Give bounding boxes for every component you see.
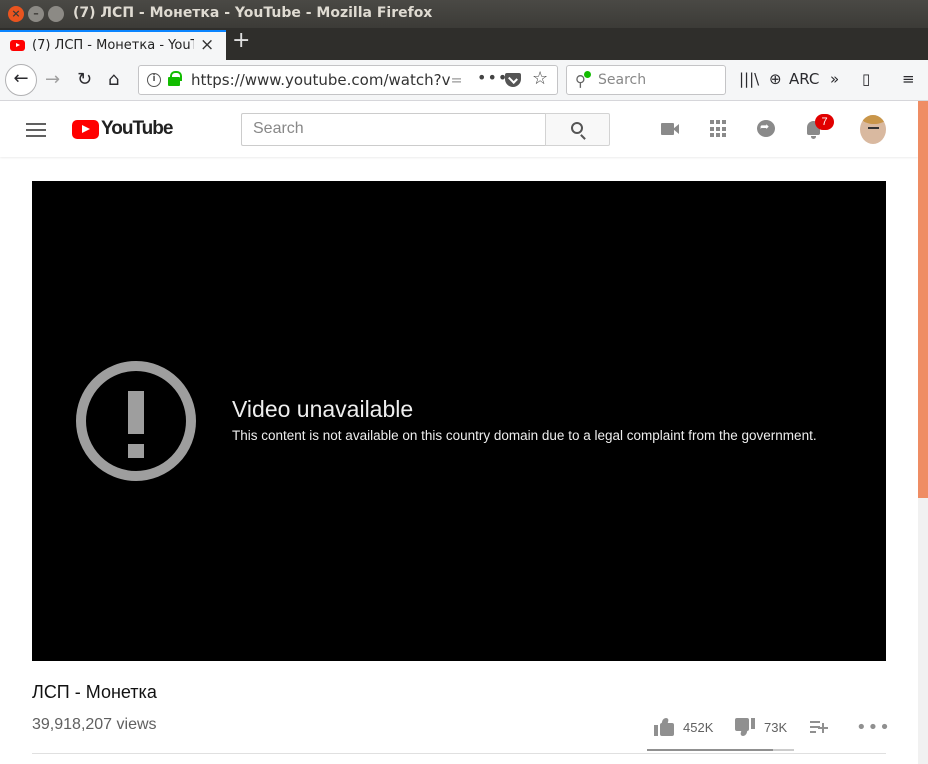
pocket-icon[interactable] — [505, 73, 521, 87]
back-button[interactable]: ← — [5, 64, 37, 96]
window-minimize-button[interactable]: – — [28, 6, 44, 22]
window-maximize-button[interactable] — [48, 6, 64, 22]
new-tab-button[interactable]: + — [232, 28, 250, 53]
window-titlebar: × – (7) ЛСП - Монетка - YouTube - Mozill… — [0, 0, 928, 28]
navigation-toolbar: ← → ↻ ⌂ i https://www.youtube.com/watch?… — [0, 60, 928, 101]
tab-strip: (7) ЛСП - Монетка - YouTube × + — [0, 28, 928, 60]
thumbs-down-icon — [735, 718, 755, 736]
error-title: Video unavailable — [232, 396, 414, 422]
home-button[interactable]: ⌂ — [108, 69, 119, 90]
apps-grid-icon[interactable] — [708, 118, 730, 140]
hamburger-menu-icon[interactable]: ≡ — [902, 70, 915, 88]
guide-menu-icon[interactable] — [26, 123, 46, 137]
globe-icon[interactable]: ⊕ — [769, 70, 782, 88]
search-icon — [571, 122, 583, 134]
error-message: This content is not available on this co… — [232, 428, 817, 443]
browser-search-bar[interactable]: ⚲ Search — [566, 65, 726, 95]
search-engine-icon[interactable]: ⚲ — [575, 71, 591, 90]
dislike-count: 73K — [764, 720, 788, 735]
more-actions-icon[interactable]: ••• — [856, 717, 891, 738]
youtube-logo-icon[interactable] — [72, 120, 99, 139]
video-player[interactable]: Video unavailable This content is not av… — [32, 181, 886, 661]
url-faded: = — [450, 71, 461, 89]
window-close-button[interactable]: × — [8, 6, 24, 22]
sentiment-bar — [647, 749, 794, 751]
forward-button[interactable]: → — [45, 69, 60, 90]
thumbs-up-icon — [654, 718, 674, 736]
youtube-logo-text[interactable]: YouTube — [101, 118, 173, 140]
youtube-header: YouTube Search 7 — [0, 101, 918, 157]
account-avatar[interactable] — [860, 115, 886, 144]
youtube-favicon-icon — [10, 40, 25, 51]
tab-title: (7) ЛСП - Монетка - YouTube — [32, 38, 194, 53]
page-actions-icon[interactable]: ••• — [477, 68, 508, 87]
create-video-icon[interactable] — [659, 118, 681, 140]
video-title: ЛСП - Монетка — [32, 682, 157, 702]
add-to-playlist-icon[interactable] — [810, 717, 830, 737]
view-count: 39,918,207 views — [32, 716, 157, 733]
sidebar-icon[interactable]: ▯ — [862, 70, 870, 88]
url-bar[interactable]: i https://www.youtube.com/watch?v= ••• ☆ — [138, 65, 558, 95]
reload-button[interactable]: ↻ — [77, 69, 92, 90]
site-info-icon[interactable]: i — [147, 73, 161, 87]
youtube-search-button[interactable] — [545, 113, 610, 146]
notification-badge[interactable]: 7 — [815, 114, 834, 130]
secure-lock-icon[interactable] — [168, 71, 182, 86]
url-main: https://www.youtube.com/watch?v — [191, 71, 451, 89]
youtube-search-input[interactable]: Search — [241, 113, 546, 146]
tab-close-icon[interactable]: × — [200, 35, 214, 55]
browser-search-placeholder: Search — [598, 72, 647, 88]
messages-icon[interactable] — [756, 118, 778, 140]
overflow-chevron-icon[interactable]: » — [830, 70, 839, 88]
info-divider — [32, 753, 886, 754]
page-scrollbar-thumb[interactable] — [918, 101, 928, 498]
bookmark-star-icon[interactable]: ☆ — [532, 68, 548, 89]
warning-icon — [76, 361, 196, 481]
arc-label[interactable]: ARC — [789, 70, 819, 88]
sentiment-bar-fill — [647, 749, 774, 751]
library-icon[interactable]: |||\ — [739, 70, 759, 88]
like-count: 452K — [683, 720, 714, 735]
url-text[interactable]: https://www.youtube.com/watch?v= — [191, 71, 461, 89]
browser-tab-active[interactable]: (7) ЛСП - Монетка - YouTube × — [0, 30, 226, 60]
youtube-search-placeholder: Search — [253, 120, 304, 137]
window-title: (7) ЛСП - Монетка - YouTube - Mozilla Fi… — [73, 5, 433, 21]
